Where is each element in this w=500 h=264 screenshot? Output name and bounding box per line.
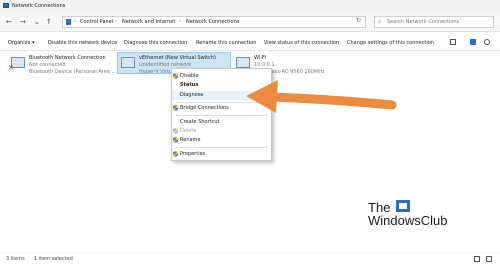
status-bar: 3 items 1 item selected <box>0 252 500 264</box>
arrow-head <box>246 80 278 113</box>
tiles-view-icon[interactable] <box>486 256 492 262</box>
arrow-shaft <box>265 92 397 110</box>
watermark-line2: WindowsClub <box>368 213 448 228</box>
windowsclub-logo-icon <box>396 200 410 212</box>
selected-count: 1 item selected <box>34 256 73 262</box>
item-count: 3 items <box>6 256 25 262</box>
details-view-icon[interactable] <box>474 256 480 262</box>
